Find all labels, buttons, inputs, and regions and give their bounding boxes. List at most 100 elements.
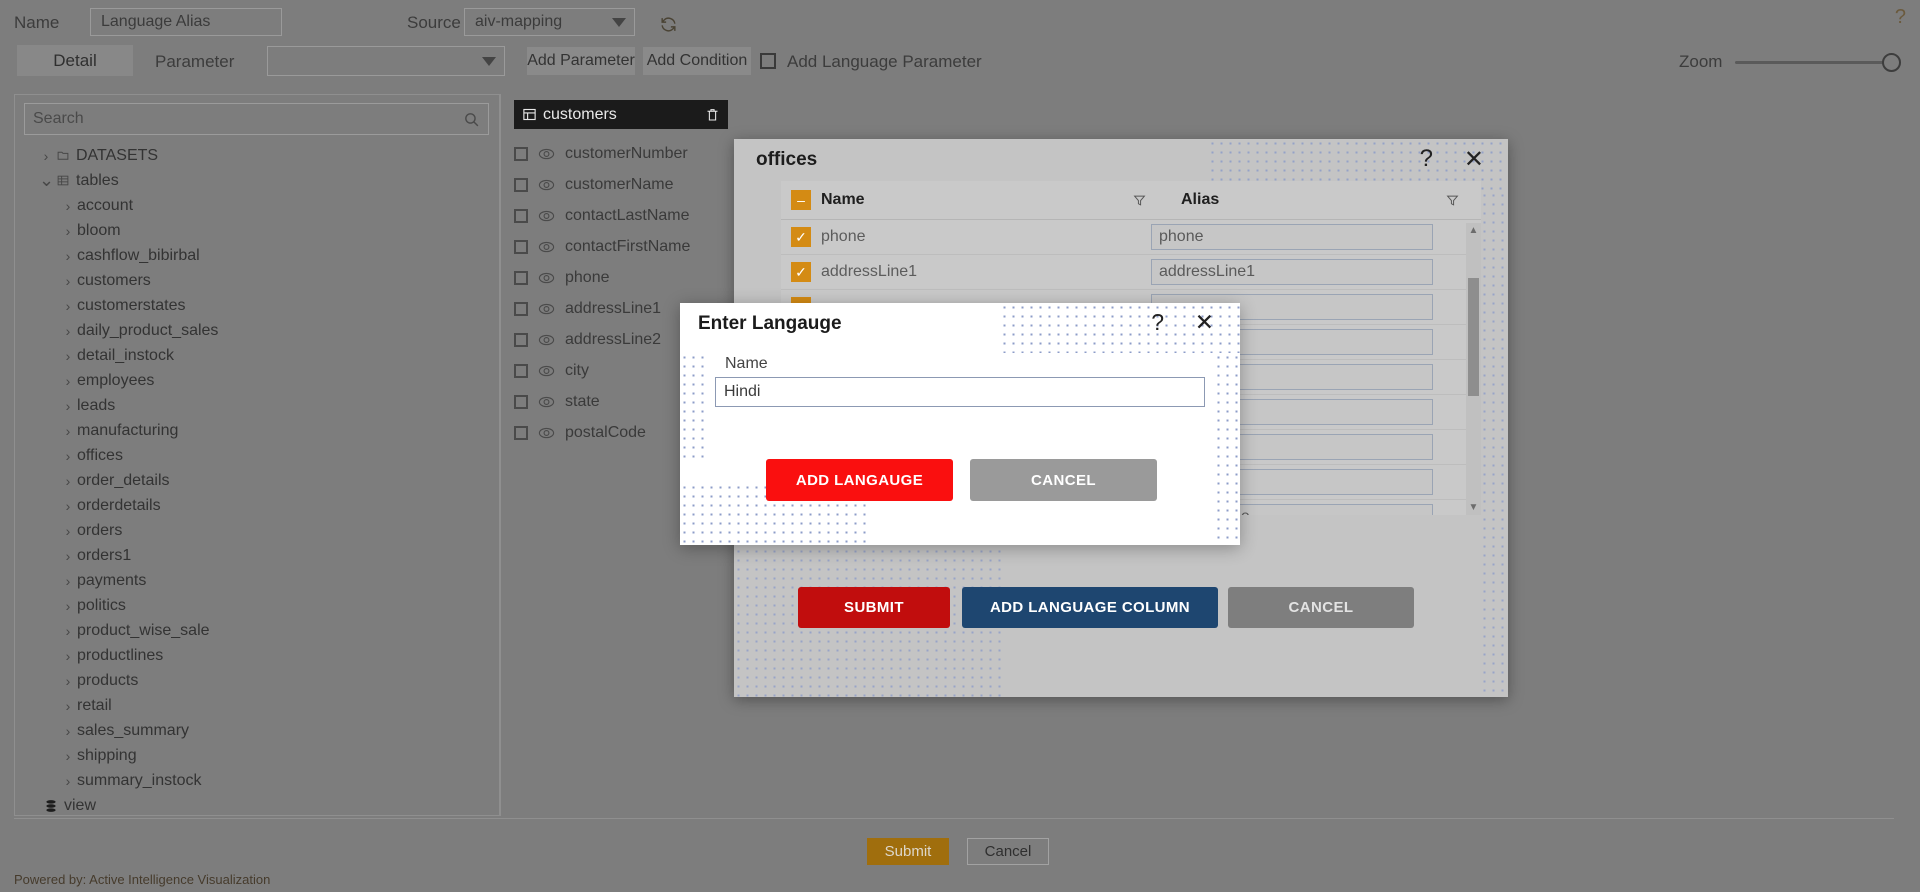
chevron-right-icon[interactable]: › (61, 373, 75, 389)
offices-submit-button[interactable]: SUBMIT (798, 587, 950, 628)
tree-item-manufacturing[interactable]: › manufacturing (15, 418, 500, 443)
tree-item-products[interactable]: › products (15, 668, 500, 693)
chevron-right-icon[interactable]: › (61, 398, 75, 414)
customers-column-item[interactable]: customerName (514, 169, 742, 200)
offices-close-icon[interactable]: ✕ (1464, 145, 1484, 174)
tree-item-leads[interactable]: › leads (15, 393, 500, 418)
tree-item-politics[interactable]: › politics (15, 593, 500, 618)
tree-item-orders1[interactable]: › orders1 (15, 543, 500, 568)
chevron-right-icon[interactable]: › (61, 498, 75, 514)
scrollbar-thumb[interactable] (1468, 278, 1479, 396)
eye-icon[interactable] (538, 334, 558, 346)
language-name-input[interactable]: Hindi (715, 377, 1205, 407)
language-cancel-button[interactable]: CANCEL (970, 459, 1157, 501)
customers-column-item[interactable]: phone (514, 262, 742, 293)
tree-item-productlines[interactable]: › productlines (15, 643, 500, 668)
chevron-right-icon[interactable]: › (61, 198, 75, 214)
scroll-up-icon[interactable]: ▲ (1466, 223, 1481, 238)
tree-item-orderdetails[interactable]: › orderdetails (15, 493, 500, 518)
tree-item-cashflow_bibirbal[interactable]: › cashflow_bibirbal (15, 243, 500, 268)
tree-item-tables[interactable]: ⌄ tables (15, 168, 500, 193)
footer-submit-button[interactable]: Submit (867, 838, 949, 865)
offices-cancel-button[interactable]: CANCEL (1228, 587, 1414, 628)
scroll-down-icon[interactable]: ▼ (1466, 500, 1481, 515)
add-language-button[interactable]: ADD LANGAUGE (766, 459, 953, 501)
tree-item-daily_product_sales[interactable]: › daily_product_sales (15, 318, 500, 343)
tree-item-orders[interactable]: › orders (15, 518, 500, 543)
chevron-right-icon[interactable]: › (61, 698, 75, 714)
add-condition-button[interactable]: Add Condition (643, 47, 751, 75)
source-select[interactable]: aiv-mapping (464, 8, 635, 36)
offices-alias-input[interactable]: addressLine1 (1151, 259, 1433, 285)
chevron-right-icon[interactable]: › (61, 223, 75, 239)
language-help-icon[interactable]: ? (1151, 309, 1164, 336)
eye-icon[interactable] (538, 272, 558, 284)
offices-help-icon[interactable]: ? (1420, 145, 1433, 173)
filter-icon[interactable] (1133, 194, 1146, 207)
filter-icon[interactable] (1446, 194, 1459, 207)
chevron-right-icon[interactable]: › (61, 473, 75, 489)
column-checkbox[interactable] (514, 394, 528, 409)
chevron-right-icon[interactable]: › (61, 598, 75, 614)
zoom-slider-track[interactable] (1735, 61, 1893, 64)
chevron-right-icon[interactable]: › (39, 148, 53, 164)
tree-item-view[interactable]: view (15, 793, 500, 815)
chevron-right-icon[interactable]: › (61, 348, 75, 364)
tab-detail[interactable]: Detail (17, 45, 133, 76)
dataset-tree-list[interactable]: › DATASETS ⌄ tables › account › bloom › cashflow_… (15, 143, 500, 815)
chevron-right-icon[interactable]: › (61, 523, 75, 539)
chevron-right-icon[interactable]: › (61, 323, 75, 339)
chevron-right-icon[interactable]: › (61, 648, 75, 664)
offices-table-row[interactable]: ✓ addressLine1 addressLine1 (781, 255, 1481, 290)
eye-icon[interactable] (538, 210, 558, 222)
search-input[interactable]: Search (24, 103, 489, 135)
column-checkbox[interactable] (514, 301, 528, 316)
row-checkbox[interactable]: ✓ (791, 262, 811, 282)
tree-item-summary_instock[interactable]: › summary_instock (15, 768, 500, 793)
tree-item-employees[interactable]: › employees (15, 368, 500, 393)
tree-item-detail_instock[interactable]: › detail_instock (15, 343, 500, 368)
eye-icon[interactable] (538, 396, 558, 408)
column-checkbox[interactable] (514, 239, 528, 254)
chevron-right-icon[interactable]: › (61, 773, 75, 789)
chevron-right-icon[interactable]: › (61, 723, 75, 739)
tree-item-customers[interactable]: › customers (15, 268, 500, 293)
column-checkbox[interactable] (514, 425, 528, 440)
customers-card-header[interactable]: customers (514, 100, 728, 129)
customers-column-item[interactable]: contactLastName (514, 200, 742, 231)
name-input[interactable]: Language Alias (90, 8, 282, 36)
chevron-right-icon[interactable]: › (61, 548, 75, 564)
parameter-select[interactable] (267, 46, 505, 76)
chevron-right-icon[interactable]: › (61, 573, 75, 589)
select-all-checkbox[interactable]: – (791, 190, 811, 210)
tree-item-retail[interactable]: › retail (15, 693, 500, 718)
eye-icon[interactable] (538, 427, 558, 439)
offices-alias-input[interactable]: phone (1151, 224, 1433, 250)
chevron-right-icon[interactable]: › (61, 748, 75, 764)
tree-item-customerstates[interactable]: › customerstates (15, 293, 500, 318)
tree-item-account[interactable]: › account (15, 193, 500, 218)
tree-item-datasets[interactable]: › DATASETS (15, 143, 500, 168)
chevron-right-icon[interactable]: › (61, 423, 75, 439)
eye-icon[interactable] (538, 241, 558, 253)
language-close-icon[interactable]: ✕ (1195, 309, 1214, 336)
tree-item-order_details[interactable]: › order_details (15, 468, 500, 493)
trash-icon[interactable] (705, 107, 720, 123)
eye-icon[interactable] (538, 148, 558, 160)
tree-item-payments[interactable]: › payments (15, 568, 500, 593)
footer-cancel-button[interactable]: Cancel (967, 838, 1049, 865)
column-checkbox[interactable] (514, 363, 528, 378)
add-language-parameter-checkbox[interactable] (760, 53, 776, 69)
customers-column-item[interactable]: customerNumber (514, 138, 742, 169)
row-checkbox[interactable]: ✓ (791, 227, 811, 247)
offices-table-row[interactable]: ✓ phone phone (781, 220, 1481, 255)
add-language-column-button[interactable]: ADD LANGUAGE COLUMN (962, 587, 1218, 628)
add-parameter-button[interactable]: Add Parameter (527, 47, 635, 75)
column-checkbox[interactable] (514, 332, 528, 347)
tree-item-bloom[interactable]: › bloom (15, 218, 500, 243)
eye-icon[interactable] (538, 303, 558, 315)
zoom-slider-knob[interactable] (1882, 53, 1901, 72)
chevron-right-icon[interactable]: › (61, 448, 75, 464)
chevron-right-icon[interactable]: › (61, 623, 75, 639)
eye-icon[interactable] (538, 179, 558, 191)
